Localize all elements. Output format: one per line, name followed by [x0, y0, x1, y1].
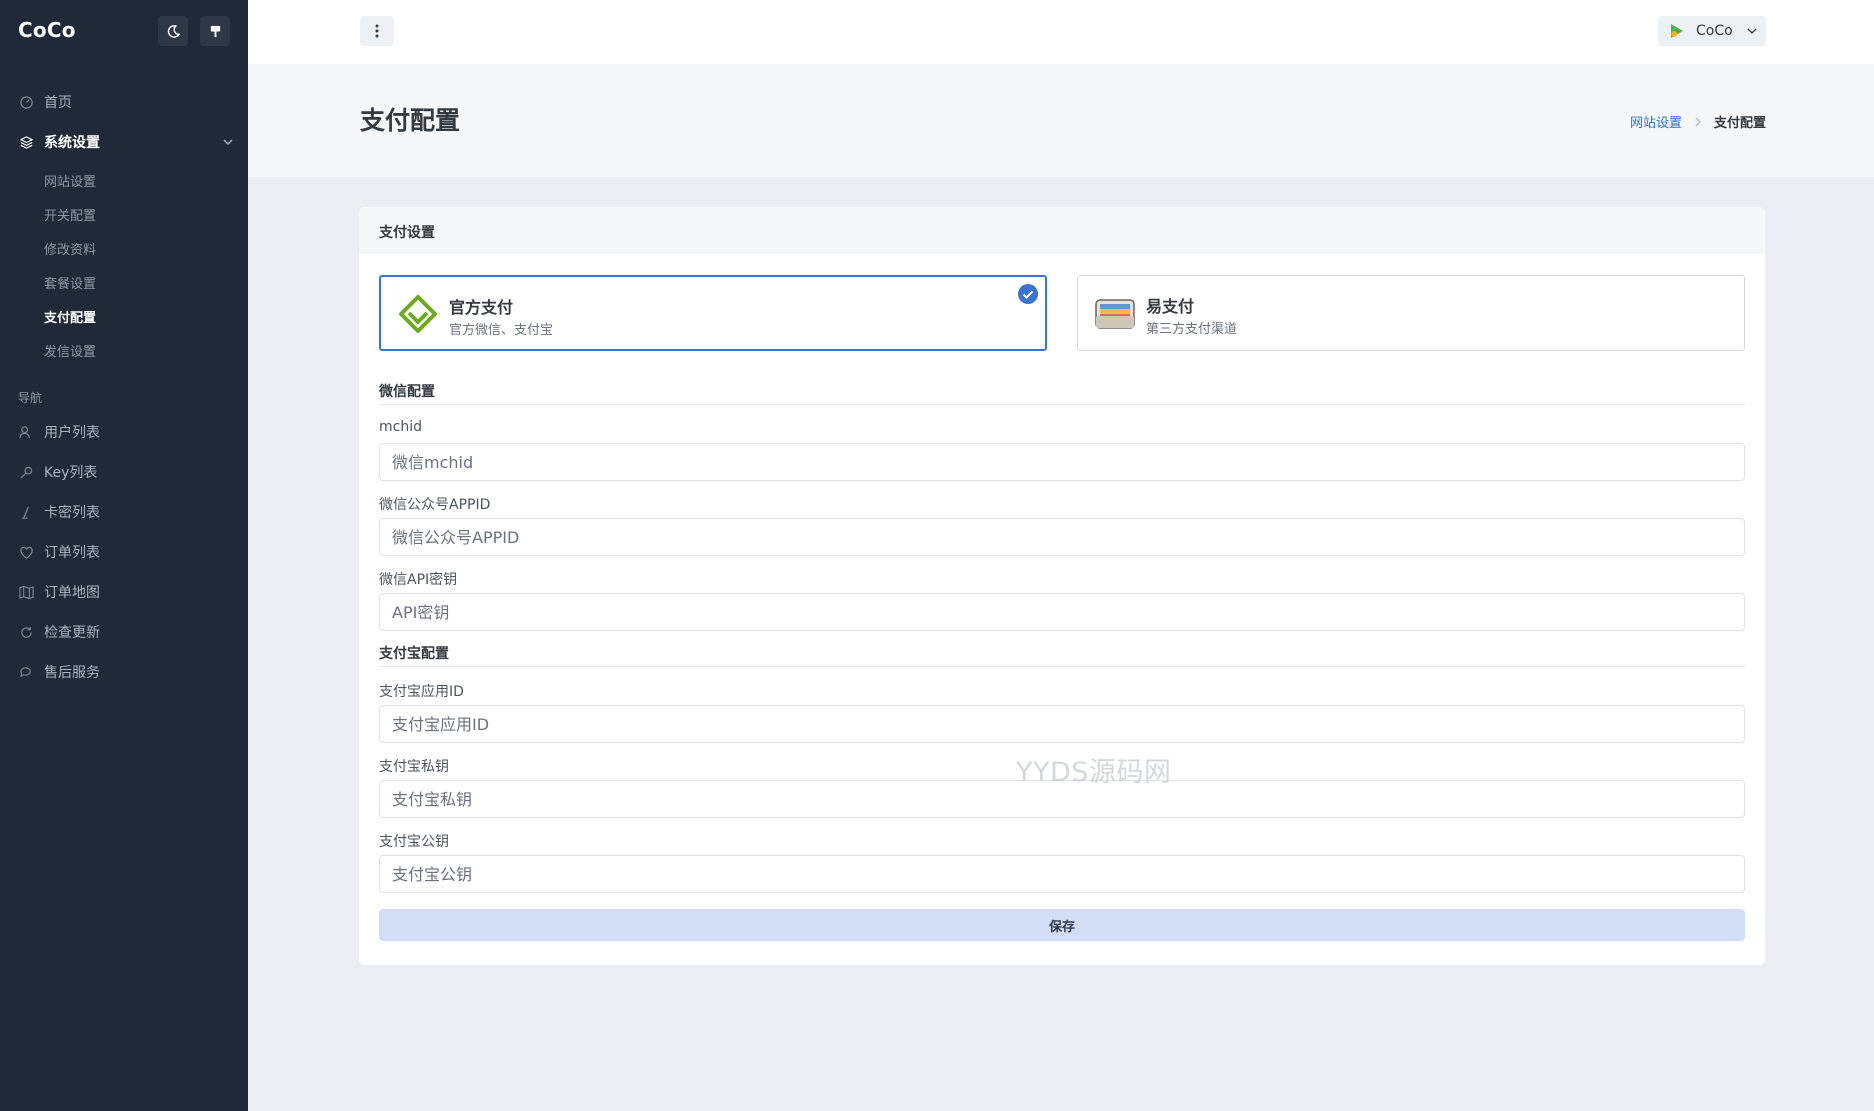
- breadcrumb-current: 支付配置: [1713, 116, 1766, 131]
- alipay-app-id-input[interactable]: [379, 705, 1745, 743]
- wechat-api-key-label: 微信API密钥: [379, 572, 458, 588]
- sidebar-item-system-settings[interactable]: 系统设置: [0, 125, 248, 159]
- alipay-public-key-input[interactable]: [379, 855, 1745, 893]
- sidebar-subitem-mail-settings[interactable]: 发信设置: [44, 341, 96, 360]
- map-icon: [18, 584, 34, 600]
- sidebar-item-label: 售后服务: [44, 665, 100, 681]
- sidebar-item-keys[interactable]: Key列表: [0, 455, 248, 489]
- dashboard-icon: [18, 94, 34, 110]
- sidebar-item-orders[interactable]: 订单列表: [0, 535, 248, 569]
- chevron-down-icon: [1747, 28, 1757, 34]
- payment-option-epay[interactable]: 易支付 第三方支付渠道: [1077, 275, 1745, 351]
- wechat-config-title: 微信配置: [379, 384, 435, 400]
- option-description: 第三方支付渠道: [1146, 322, 1238, 337]
- sidebar-subitem-payment-config[interactable]: 支付配置: [44, 307, 96, 326]
- option-name: 易支付: [1146, 297, 1195, 316]
- card-title: 支付设置: [379, 225, 435, 241]
- user-menu-button[interactable]: CoCo: [1658, 16, 1766, 46]
- alipay-public-key-label: 支付宝公钥: [379, 834, 449, 850]
- topbar: CoCo: [248, 0, 1874, 64]
- sidebar-item-order-map[interactable]: 订单地图: [0, 575, 248, 609]
- sidebar-subitem-edit-profile[interactable]: 修改资料: [44, 239, 96, 258]
- wechat-appid-input[interactable]: [379, 518, 1745, 556]
- sidebar-item-label: 订单地图: [44, 585, 100, 601]
- payment-settings-card: 支付设置 官方支付 官方微信、支付宝 易支付 第三方支付渠道 微信配置 mchi…: [359, 207, 1765, 965]
- sidebar-section-heading: 导航: [18, 391, 43, 405]
- sidebar: CoCo 首页 系统设置 网站设置 开关配置 修改资料 套餐设置 支付配置 发信…: [0, 0, 248, 1111]
- mchid-input[interactable]: [379, 443, 1745, 481]
- watermark: YYDS源码网: [1016, 757, 1172, 788]
- page-title: 支付配置: [360, 106, 461, 135]
- sidebar-item-label: 用户列表: [44, 425, 100, 441]
- wechat-api-key-input[interactable]: [379, 593, 1745, 631]
- refresh-icon: [18, 624, 34, 640]
- moon-icon: [167, 24, 180, 38]
- breadcrumb-link-website-settings[interactable]: 网站设置: [1630, 112, 1682, 131]
- chevron-down-icon: [223, 139, 233, 146]
- avatar: [1671, 24, 1683, 38]
- users-icon: [18, 424, 34, 440]
- menu-toggle-button[interactable]: [360, 16, 394, 46]
- sidebar-item-check-update[interactable]: 检查更新: [0, 615, 248, 649]
- more-vertical-icon: [375, 24, 379, 38]
- wallet-icon: [1095, 299, 1135, 329]
- card-icon: [18, 504, 34, 520]
- divider: [379, 404, 1745, 405]
- sidebar-item-after-sales[interactable]: 售后服务: [0, 655, 248, 689]
- save-button[interactable]: 保存: [379, 909, 1745, 941]
- alipay-config-title: 支付宝配置: [379, 646, 449, 662]
- sidebar-item-users[interactable]: 用户列表: [0, 415, 248, 449]
- page-header: 支付配置 网站设置 支付配置: [248, 64, 1874, 177]
- heart-icon: [18, 544, 34, 560]
- sidebar-subitem-switch-config[interactable]: 开关配置: [44, 205, 96, 224]
- card-header: 支付设置: [359, 207, 1765, 254]
- sidebar-style-toggle[interactable]: [200, 16, 230, 46]
- option-name: 官方支付: [449, 298, 514, 317]
- option-description: 官方微信、支付宝: [449, 323, 554, 338]
- divider: [379, 666, 1745, 667]
- sidebar-item-label: 检查更新: [44, 625, 100, 641]
- user-name: CoCo: [1696, 23, 1733, 39]
- check-circle-icon: [1018, 284, 1038, 304]
- chat-icon: [18, 664, 34, 680]
- wechat-appid-label: 微信公众号APPID: [379, 497, 491, 513]
- sidebar-subitem-website-settings[interactable]: 网站设置: [44, 171, 96, 190]
- sidebar-item-label: Key列表: [44, 465, 98, 481]
- sidebar-item-label: 系统设置: [44, 135, 100, 151]
- alipay-private-key-label: 支付宝私钥: [379, 759, 449, 775]
- dark-mode-toggle[interactable]: [158, 16, 188, 46]
- paint-roller-icon: [210, 25, 220, 37]
- alipay-app-id-label: 支付宝应用ID: [379, 684, 464, 700]
- payment-option-official[interactable]: 官方支付 官方微信、支付宝: [379, 275, 1047, 351]
- sidebar-subitem-plan-settings[interactable]: 套餐设置: [44, 273, 96, 292]
- brand-logo[interactable]: CoCo: [18, 18, 76, 42]
- sidebar-item-label: 首页: [44, 95, 72, 111]
- sidebar-item-label: 卡密列表: [44, 505, 100, 521]
- sidebar-item-cards[interactable]: 卡密列表: [0, 495, 248, 529]
- breadcrumb: 网站设置 支付配置: [1630, 112, 1766, 131]
- sidebar-item-label: 订单列表: [44, 545, 100, 561]
- sidebar-item-home[interactable]: 首页: [0, 85, 248, 119]
- layers-icon: [18, 134, 34, 150]
- diamond-logo-icon: [399, 295, 437, 333]
- chevron-right-icon: [1695, 117, 1701, 126]
- key-icon: [18, 464, 34, 480]
- mchid-label: mchid: [379, 419, 422, 435]
